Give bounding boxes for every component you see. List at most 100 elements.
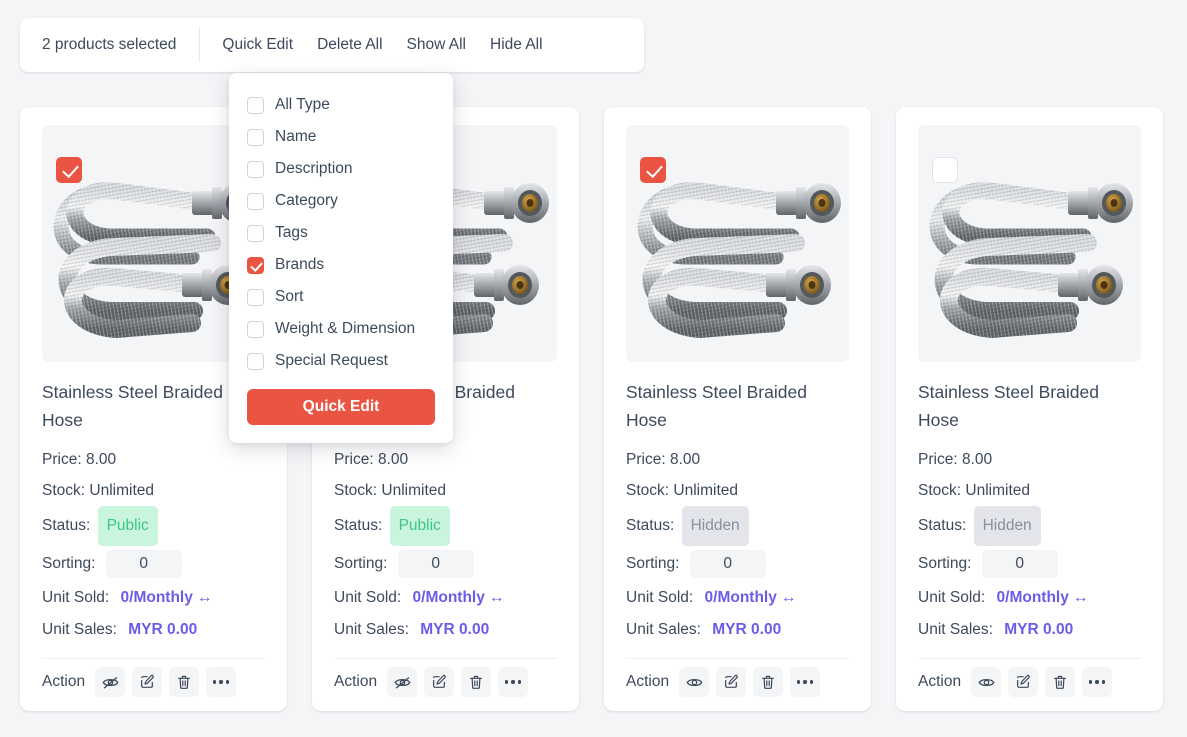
hide-product-button[interactable]	[95, 667, 126, 697]
delete-product-button[interactable]	[753, 667, 784, 697]
dropdown-option-tags[interactable]: Tags	[229, 221, 453, 245]
product-stock-row: Stock: Unlimited	[334, 475, 557, 506]
product-select-checkbox-icon[interactable]	[932, 157, 958, 183]
product-card: Stainless Steel Braided Hose Price: 8.00…	[896, 107, 1163, 711]
checkbox-checked-icon[interactable]	[247, 257, 264, 274]
stock-label: Stock:	[334, 482, 378, 499]
unit-sold-value[interactable]: 0/Monthly ↔	[413, 589, 505, 606]
card-divider	[918, 658, 1141, 659]
status-badge[interactable]: Hidden	[681, 506, 749, 546]
product-status-row: Status: Public	[42, 506, 265, 546]
toolbar-hide-all-button[interactable]: Hide All	[490, 36, 543, 54]
product-sorting-row: Sorting: 0	[42, 546, 265, 582]
dropdown-option-label: Brands	[275, 256, 325, 273]
product-select-checkbox-checked-icon[interactable]	[640, 157, 666, 183]
checkbox-icon[interactable]	[247, 321, 264, 338]
more-options-button[interactable]	[498, 667, 529, 697]
action-label: Action	[42, 673, 86, 690]
unit-sold-label: Unit Sold:	[626, 589, 694, 606]
unit-sold-label: Unit Sold:	[918, 589, 986, 606]
edit-product-button[interactable]	[1008, 667, 1039, 697]
action-label: Action	[918, 673, 962, 690]
status-badge[interactable]: Public	[97, 506, 158, 546]
checkbox-icon[interactable]	[247, 193, 264, 210]
sorting-label: Sorting:	[918, 555, 972, 572]
toolbar-quick-edit-button[interactable]: Quick Edit	[222, 36, 293, 54]
unit-sales-value[interactable]: MYR 0.00	[712, 621, 781, 638]
dropdown-option-special-request[interactable]: Special Request	[229, 349, 453, 373]
page-root: 2 products selected Quick Edit Delete Al…	[0, 0, 1187, 737]
product-unit-sold-row: Unit Sold: 0/Monthly ↔	[626, 582, 849, 614]
stock-label: Stock:	[918, 482, 962, 499]
dropdown-option-weight-dimension[interactable]: Weight & Dimension	[229, 317, 453, 341]
unit-sales-value[interactable]: MYR 0.00	[420, 621, 489, 638]
dropdown-option-brands[interactable]: Brands	[229, 253, 453, 277]
checkbox-icon[interactable]	[247, 225, 264, 242]
sorting-input[interactable]: 0	[105, 549, 182, 578]
checkbox-icon[interactable]	[247, 161, 264, 178]
unit-sold-value[interactable]: 0/Monthly ↔	[705, 589, 797, 606]
checkbox-icon[interactable]	[247, 353, 264, 370]
dropdown-option-all-type[interactable]: All Type	[229, 93, 453, 117]
dropdown-option-description[interactable]: Description	[229, 157, 453, 181]
checkbox-icon[interactable]	[247, 97, 264, 114]
checkbox-icon[interactable]	[247, 289, 264, 306]
toolbar-delete-all-button[interactable]: Delete All	[317, 36, 382, 54]
more-options-button[interactable]	[1082, 667, 1113, 697]
stock-value: Unlimited	[965, 482, 1030, 499]
dropdown-option-label: Name	[275, 128, 317, 145]
edit-product-button[interactable]	[424, 667, 455, 697]
product-thumbnail[interactable]	[626, 125, 849, 362]
unit-sold-value[interactable]: 0/Monthly ↔	[121, 589, 213, 606]
dropdown-option-category[interactable]: Category	[229, 189, 453, 213]
product-unit-sold-row: Unit Sold: 0/Monthly ↔	[918, 582, 1141, 614]
unit-sales-value[interactable]: MYR 0.00	[128, 621, 197, 638]
product-price-row: Price: 8.00	[334, 444, 557, 475]
more-options-button[interactable]	[206, 667, 237, 697]
edit-icon	[1015, 674, 1031, 690]
dropdown-quick-edit-submit-button[interactable]: Quick Edit	[247, 389, 435, 425]
product-actions: Action	[334, 667, 557, 697]
edit-product-button[interactable]	[132, 667, 163, 697]
price-label: Price:	[626, 451, 666, 468]
show-product-button[interactable]	[971, 667, 1002, 697]
unit-sold-value[interactable]: 0/Monthly ↔	[997, 589, 1089, 606]
price-value: 8.00	[669, 451, 701, 468]
show-product-button[interactable]	[679, 667, 710, 697]
status-badge[interactable]: Hidden	[973, 506, 1041, 546]
more-options-button[interactable]	[790, 667, 821, 697]
product-thumbnail[interactable]	[918, 125, 1141, 362]
status-badge[interactable]: Public	[389, 506, 450, 546]
status-label: Status:	[334, 517, 383, 534]
unit-sales-value[interactable]: MYR 0.00	[1004, 621, 1073, 638]
trash-icon	[1052, 674, 1068, 690]
unit-sales-label: Unit Sales:	[918, 621, 993, 638]
product-actions: Action	[918, 667, 1141, 697]
dropdown-option-sort[interactable]: Sort	[229, 285, 453, 309]
trash-icon	[468, 674, 484, 690]
product-status-row: Status: Public	[334, 506, 557, 546]
ellipsis-icon	[213, 680, 230, 684]
stock-label: Stock:	[626, 482, 670, 499]
delete-product-button[interactable]	[461, 667, 492, 697]
delete-product-button[interactable]	[1045, 667, 1076, 697]
edit-icon	[723, 674, 739, 690]
stock-value: Unlimited	[89, 482, 154, 499]
dropdown-option-label: Special Request	[275, 352, 388, 369]
action-label: Action	[334, 673, 378, 690]
delete-product-button[interactable]	[169, 667, 200, 697]
sorting-input[interactable]: 0	[981, 549, 1058, 578]
toolbar-show-all-button[interactable]: Show All	[407, 36, 466, 54]
product-status-row: Status: Hidden	[918, 506, 1141, 546]
edit-product-button[interactable]	[716, 667, 747, 697]
hide-product-button[interactable]	[387, 667, 418, 697]
unit-sales-label: Unit Sales:	[42, 621, 117, 638]
ellipsis-icon	[797, 680, 814, 684]
product-unit-sales-row: Unit Sales: MYR 0.00	[918, 614, 1141, 646]
product-stock-row: Stock: Unlimited	[626, 475, 849, 506]
dropdown-option-name[interactable]: Name	[229, 125, 453, 149]
checkbox-icon[interactable]	[247, 129, 264, 146]
product-select-checkbox-checked-icon[interactable]	[56, 157, 82, 183]
sorting-input[interactable]: 0	[397, 549, 474, 578]
sorting-input[interactable]: 0	[689, 549, 766, 578]
